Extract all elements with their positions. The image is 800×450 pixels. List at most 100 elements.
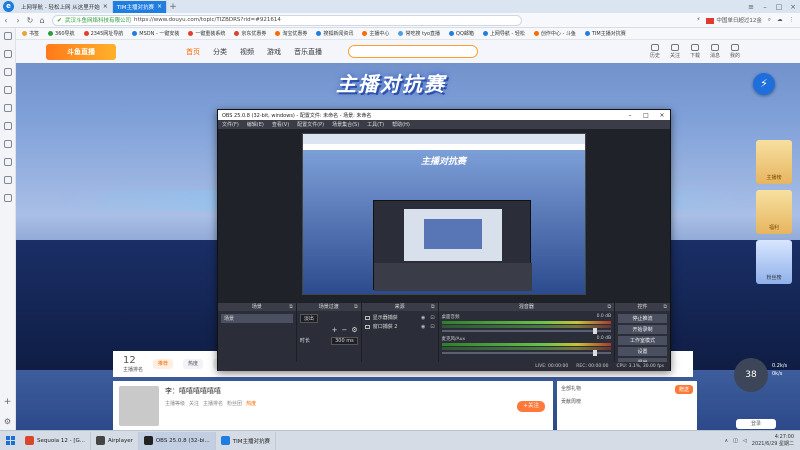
bookmark-item[interactable]: 上网导航 - 轻松 [482, 30, 525, 37]
clock[interactable]: 4:27:00 2021/6/29 星期二 [752, 434, 794, 448]
menu-item[interactable]: 编辑(E) [247, 121, 264, 128]
avatar[interactable] [119, 386, 159, 426]
control-button[interactable]: 工作室模式 [618, 336, 667, 345]
nav-link[interactable]: 分类 [213, 47, 227, 57]
cart-icon[interactable] [3, 194, 12, 202]
lock-icon[interactable]: ⊡ [430, 324, 434, 330]
menu-item[interactable]: 工具(T) [367, 121, 384, 128]
douyu-logo[interactable]: 斗鱼直播 [46, 43, 116, 60]
volume-slider[interactable] [441, 350, 612, 356]
close-window-icon[interactable]: × [786, 3, 800, 11]
slider-thumb[interactable] [593, 328, 598, 334]
start-button[interactable] [0, 431, 20, 450]
info-button[interactable]: 热度 [183, 359, 204, 369]
gear-icon[interactable]: ⚙ [351, 326, 357, 334]
new-tab-icon[interactable]: + [167, 2, 179, 12]
browser-logo-icon[interactable]: e [3, 1, 14, 12]
nav-link[interactable]: 游戏 [267, 47, 281, 57]
browser-tab-douyu[interactable]: TIM主播对抗赛 × [112, 0, 168, 13]
volume-slider[interactable] [441, 328, 612, 334]
slider-thumb[interactable] [593, 350, 598, 356]
eye-icon[interactable]: ◉ [421, 315, 425, 321]
bookmark-item[interactable]: 书签 [22, 30, 39, 37]
side-card[interactable]: 福利 [756, 190, 792, 234]
nav-link[interactable]: 视频 [240, 47, 254, 57]
send-gift-button[interactable]: 赠送 [674, 385, 693, 394]
eye-icon[interactable]: ◉ [421, 324, 425, 330]
bookmark-item[interactable]: 京东优惠券 [234, 30, 266, 37]
menu-item[interactable]: 配置文件(P) [297, 121, 324, 128]
mail-icon[interactable] [3, 122, 12, 130]
bookmark-item[interactable]: 常吃搜 tyo直播 [398, 30, 440, 37]
obs-preview[interactable]: 主播对抗赛 [218, 129, 670, 303]
top-icon-item[interactable]: 关注 [670, 44, 680, 59]
minimize-icon[interactable]: – [622, 112, 638, 119]
control-button[interactable]: 停止推流 [618, 314, 667, 323]
info-button[interactable]: 推荐 [153, 359, 174, 369]
favorites-icon[interactable] [3, 32, 12, 40]
login-button[interactable]: 登录 [736, 419, 776, 429]
menu-item[interactable]: 文件(F) [222, 121, 239, 128]
bookmark-item[interactable]: 360导航 [48, 30, 75, 37]
download-icon[interactable] [3, 68, 12, 76]
news-ticker[interactable]: 中国单日超过12金 [706, 16, 762, 24]
dock-pin-icon[interactable]: ⧉ [663, 303, 667, 311]
menu-item[interactable]: 场景集合(S) [332, 121, 359, 128]
bookmark-item[interactable]: QQ邮箱 [449, 30, 474, 37]
lightning-icon[interactable]: ⚡ [697, 17, 701, 23]
side-card[interactable]: 主播榜 [756, 140, 792, 184]
book-icon[interactable] [3, 176, 12, 184]
maximize-icon[interactable]: □ [638, 112, 654, 119]
close-icon[interactable]: × [103, 3, 108, 10]
dock-pin-icon[interactable]: ⧉ [289, 303, 293, 311]
bookmark-item[interactable]: 创作中心 - 斗鱼 [533, 30, 576, 37]
menu-icon[interactable]: ≡ [744, 3, 758, 11]
source-item[interactable]: 窗口捕获 2 ◉ ⊡ [364, 323, 435, 330]
duration-input[interactable]: 300 ms [331, 337, 358, 345]
taskbar-item[interactable]: OBS 25.0.8 (32-bi... [138, 431, 216, 450]
bookmark-item[interactable]: 2345网址导航 [83, 30, 123, 37]
dock-pin-icon[interactable]: ⧉ [431, 303, 435, 311]
add-icon[interactable]: + [4, 397, 12, 407]
refresh-icon[interactable]: ↻ [24, 16, 36, 25]
top-icon-item[interactable]: 下载 [690, 44, 700, 59]
transition-select[interactable]: 淡出 [299, 314, 318, 323]
taskbar-item[interactable]: TIM主播对抗赛 [216, 431, 276, 450]
control-button[interactable]: 开始录制 [618, 325, 667, 334]
network-icon[interactable]: ◫ [733, 438, 738, 444]
menu-item[interactable]: 查看(V) [272, 121, 289, 128]
home-icon[interactable]: ⌂ [36, 16, 48, 25]
lock-icon[interactable]: ⊡ [430, 315, 434, 321]
top-icon-item[interactable]: 历史 [650, 44, 660, 59]
taskbar-item[interactable]: Sequoia 12 - [G... [20, 431, 91, 450]
bookmark-item[interactable]: 淘宝优惠券 [275, 30, 307, 37]
taskbar-item[interactable]: Airplayer [91, 431, 139, 450]
side-card[interactable]: 粉丝榜 [756, 240, 792, 284]
tray-up-icon[interactable]: ∧ [725, 438, 729, 444]
nav-link[interactable]: 首页 [186, 47, 200, 57]
close-icon[interactable]: × [157, 3, 162, 10]
extensions-icon[interactable]: ⋮ [789, 17, 795, 23]
follow-button[interactable]: +关注 [517, 401, 545, 412]
top-icon-item[interactable]: 消息 [710, 44, 720, 59]
bookmark-item[interactable]: TIM主播对抗赛 [584, 30, 626, 37]
history-icon[interactable] [3, 50, 12, 58]
calendar-icon[interactable] [3, 158, 12, 166]
add-icon[interactable]: + [332, 326, 338, 334]
minimize-icon[interactable]: – [758, 3, 772, 11]
forward-icon[interactable]: › [12, 16, 24, 25]
volume-icon[interactable]: ◁ [743, 438, 747, 444]
scene-item[interactable]: 场景 [221, 314, 293, 323]
dock-pin-icon[interactable]: ⧉ [354, 303, 358, 311]
note-icon[interactable] [3, 104, 12, 112]
bookmark-item[interactable]: MSDN - 一键安装 [132, 30, 179, 37]
remove-icon[interactable]: − [342, 326, 348, 334]
search-icon[interactable] [3, 86, 12, 94]
url-input[interactable]: ✔ 武汉斗鱼网络科技有限公司 https://www.douyu.com/top… [52, 14, 522, 26]
back-icon[interactable]: ‹ [0, 16, 12, 25]
source-item[interactable]: 显示器捕获 ◉ ⊡ [364, 314, 435, 321]
gear-icon[interactable]: ⚙ [4, 417, 11, 426]
close-icon[interactable]: × [654, 112, 670, 119]
browser-tab-navigation[interactable]: 上网导航 - 轻松上网 从这里开始 × [17, 0, 113, 13]
cloud-icon[interactable]: ☁ [777, 17, 783, 23]
